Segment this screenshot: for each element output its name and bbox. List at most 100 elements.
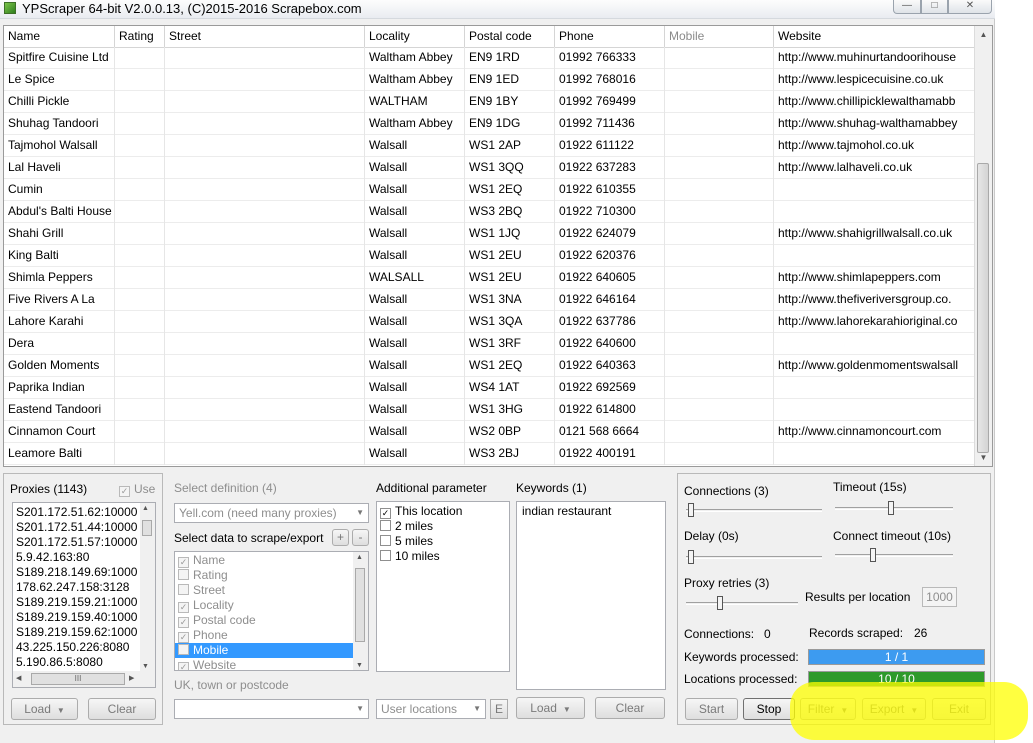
proxy-retries-slider-track[interactable] xyxy=(686,602,798,605)
checkbox-icon[interactable]: ✓ xyxy=(380,508,391,519)
scroll-up-arrow-icon[interactable]: ▲ xyxy=(975,26,992,43)
maximize-button[interactable]: □ xyxy=(921,0,948,14)
grid-vertical-scrollbar[interactable]: ▲ ▼ xyxy=(974,26,992,466)
connect-timeout-slider-track[interactable] xyxy=(835,554,953,557)
scrape-field-item[interactable]: ✓ Name xyxy=(175,553,353,568)
stop-button[interactable]: Stop xyxy=(743,698,795,720)
proxy-list-item[interactable]: S201.172.51.44:10000 xyxy=(13,520,140,535)
proxy-list-item[interactable]: 43.225.150.226:8080 xyxy=(13,640,140,655)
table-row[interactable]: Cumin Walsall WS1 2EQ 01922 610355 xyxy=(4,179,976,201)
export-button[interactable]: Export ▼ xyxy=(862,698,926,720)
table-row[interactable]: Leamore Balti Walsall WS3 2BJ 01922 400191 xyxy=(4,443,976,465)
table-row[interactable]: Tajmohol Walsall Walsall WS1 2AP 01922 6111… xyxy=(4,135,976,157)
proxy-scroll-thumb[interactable] xyxy=(142,520,152,536)
timeout-slider-thumb[interactable] xyxy=(888,501,894,515)
checkbox-icon[interactable] xyxy=(380,535,391,546)
delay-slider-thumb[interactable] xyxy=(688,550,694,564)
start-button[interactable]: Start xyxy=(685,698,738,720)
checkbox-icon[interactable]: ✓ xyxy=(178,632,189,643)
scrape-field-item[interactable]: ✓ Locality xyxy=(175,598,353,613)
delay-slider-track[interactable] xyxy=(686,556,822,559)
column-header-phone[interactable]: Phone xyxy=(555,26,665,47)
scrape-field-item[interactable]: Rating xyxy=(175,568,353,583)
table-row[interactable]: King Balti Walsall WS1 2EU 01922 620376 xyxy=(4,245,976,267)
proxy-clear-button[interactable]: Clear xyxy=(88,698,156,720)
scrape-field-item[interactable]: ✓ Postal code xyxy=(175,613,353,628)
proxy-list-item[interactable]: S201.172.51.62:10000 xyxy=(13,505,140,520)
column-header-street[interactable]: Street xyxy=(165,26,365,47)
proxy-hscroll-thumb[interactable]: III xyxy=(31,673,125,685)
checkbox-icon[interactable]: ✓ xyxy=(178,662,189,670)
scrape-field-item[interactable]: ✓ Website xyxy=(175,658,353,670)
radius-option[interactable]: 2 miles xyxy=(377,519,507,534)
column-header-postal-code[interactable]: Postal code xyxy=(465,26,555,47)
keyword-item[interactable]: indian restaurant xyxy=(519,504,659,519)
table-row[interactable]: Lahore Karahi Walsall WS1 3QA 01922 637786 h… xyxy=(4,311,976,333)
proxy-list-item[interactable]: 5.9.42.163:80 xyxy=(13,550,140,565)
proxy-list-hscroll[interactable]: ◀ III ▶ xyxy=(13,671,155,687)
filter-button[interactable]: Filter ▼ xyxy=(800,698,856,720)
table-row[interactable]: Golden Moments Walsall WS1 2EQ 01922 640363… xyxy=(4,355,976,377)
table-row[interactable]: Eastend Tandoori Walsall WS1 3HG 01922 6148… xyxy=(4,399,976,421)
table-row[interactable]: Cinnamon Court Walsall WS2 0BP 0121 568 666… xyxy=(4,421,976,443)
proxy-load-button[interactable]: Load ▼ xyxy=(11,698,78,720)
exit-button[interactable]: Exit xyxy=(932,698,986,720)
proxy-list-item[interactable]: S189.219.159.21:1000 xyxy=(13,595,140,610)
connect-timeout-slider-thumb[interactable] xyxy=(870,548,876,562)
keywords-load-button[interactable]: Load ▼ xyxy=(516,697,585,719)
table-row[interactable]: Shahi Grill Walsall WS1 1JQ 01922 624079 htt… xyxy=(4,223,976,245)
proxy-scroll-right-icon[interactable]: ▶ xyxy=(129,674,134,682)
table-row[interactable]: Spitfire Cuisine Ltd Waltham Abbey EN9 1RD… xyxy=(4,47,976,69)
checkbox-icon[interactable] xyxy=(178,644,189,655)
table-row[interactable]: Chilli Pickle WALTHAM EN9 1BY 01992 769499 h… xyxy=(4,91,976,113)
proxy-list-item[interactable]: S189.218.149.69:1000 xyxy=(13,565,140,580)
table-row[interactable]: Shimla Peppers WALSALL WS1 2EU 01922 640605… xyxy=(4,267,976,289)
checkbox-icon[interactable] xyxy=(380,520,391,531)
fields-scroll-down-icon[interactable]: ▼ xyxy=(356,662,363,669)
proxy-list-item[interactable]: S189.219.159.62:1000 xyxy=(13,625,140,640)
scrape-field-item[interactable]: Street xyxy=(175,583,353,598)
checkbox-icon[interactable] xyxy=(178,584,189,595)
fields-scroll-up-icon[interactable]: ▲ xyxy=(356,554,363,561)
edit-locations-button[interactable]: E xyxy=(490,699,508,719)
radius-option[interactable]: ✓ This location xyxy=(377,504,507,519)
checkbox-icon[interactable] xyxy=(380,550,391,561)
radius-options-list[interactable]: ✓ This location 2 miles 5 miles 10 miles xyxy=(376,501,510,672)
table-row[interactable]: Abdul's Balti House Walsall WS3 2BQ 01922 7… xyxy=(4,201,976,223)
proxy-list[interactable]: S201.172.51.62:10000 S201.172.51.44:10000… xyxy=(12,502,156,688)
definition-select[interactable]: Yell.com (need many proxies) ▼ xyxy=(174,503,369,523)
results-grid[interactable]: Name Rating Street Locality Postal code … xyxy=(3,25,993,467)
proxy-scroll-up-icon[interactable]: ▲ xyxy=(142,505,149,512)
fields-scroll-thumb[interactable] xyxy=(355,568,365,642)
checkbox-icon[interactable] xyxy=(178,569,189,580)
checkbox-icon[interactable]: ✓ xyxy=(178,617,189,628)
user-locations-select[interactable]: User locations ▼ xyxy=(376,699,486,719)
use-proxies-checkbox[interactable]: ✓ Use xyxy=(119,482,155,497)
scroll-thumb[interactable] xyxy=(977,163,989,453)
fields-vscroll[interactable]: ▲ ▼ xyxy=(353,552,368,670)
proxy-list-item[interactable]: S189.219.159.40:1000 xyxy=(13,610,140,625)
scroll-down-arrow-icon[interactable]: ▼ xyxy=(975,449,992,466)
table-row[interactable]: Dera Walsall WS1 3RF 01922 640600 xyxy=(4,333,976,355)
column-header-mobile[interactable]: Mobile xyxy=(665,26,774,47)
checkbox-icon[interactable]: ✓ xyxy=(178,602,189,613)
scrape-field-item[interactable]: Mobile xyxy=(175,643,353,658)
table-row[interactable]: Lal Haveli Walsall WS1 3QQ 01922 637283 http… xyxy=(4,157,976,179)
results-per-location-input[interactable]: 1000 xyxy=(922,587,957,607)
proxy-retries-slider-thumb[interactable] xyxy=(717,596,723,610)
table-row[interactable]: Paprika Indian Walsall WS4 1AT 01922 692569 xyxy=(4,377,976,399)
minimize-button[interactable]: — xyxy=(893,0,921,14)
connections-slider-track[interactable] xyxy=(686,509,822,512)
radius-option[interactable]: 10 miles xyxy=(377,549,507,564)
use-checkbox-box[interactable]: ✓ xyxy=(119,486,130,497)
column-header-locality[interactable]: Locality xyxy=(365,26,465,47)
add-field-button[interactable]: + xyxy=(332,529,349,546)
location-input[interactable]: ▼ xyxy=(174,699,369,719)
proxy-list-vscroll[interactable]: ▲ ▼ xyxy=(140,503,155,671)
column-header-rating[interactable]: Rating xyxy=(115,26,165,47)
table-row[interactable]: Five Rivers A La Walsall WS1 3NA 01922 6461… xyxy=(4,289,976,311)
remove-field-button[interactable]: - xyxy=(352,529,369,546)
close-button[interactable]: ✕ xyxy=(948,0,992,14)
checkbox-icon[interactable]: ✓ xyxy=(178,557,189,568)
connections-slider-thumb[interactable] xyxy=(688,503,694,517)
